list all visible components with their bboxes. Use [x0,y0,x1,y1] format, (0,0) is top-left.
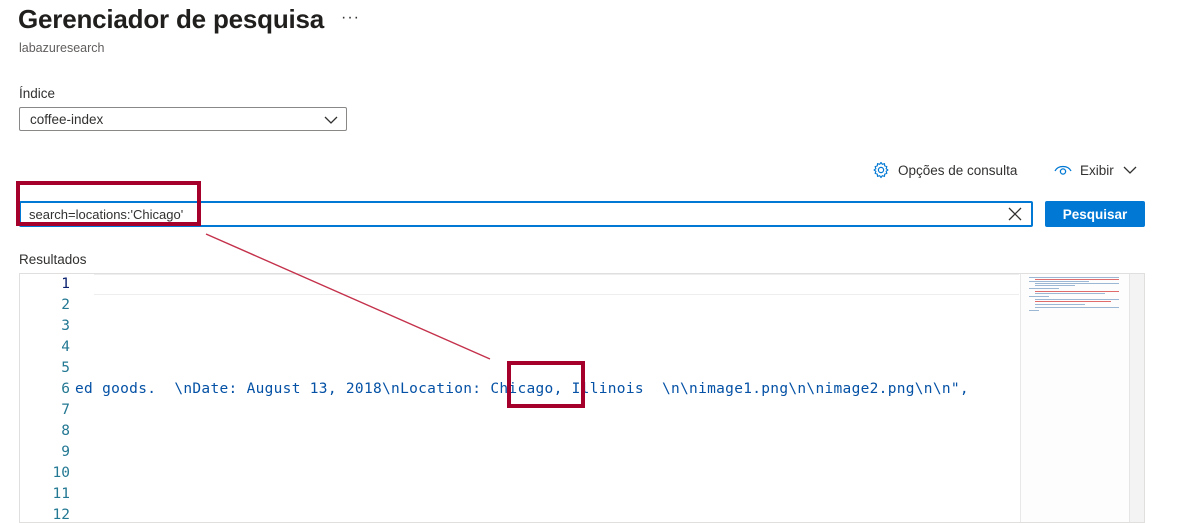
close-icon[interactable] [1007,206,1023,227]
line-number: 12 [52,507,70,523]
query-options-label: Opções de consulta [898,162,1018,178]
more-options-button[interactable]: ··· [341,9,360,27]
service-name: labazuresearch [19,41,105,55]
minimap[interactable] [1020,274,1131,522]
gear-icon [872,161,890,179]
current-line-highlight [94,274,1019,295]
chevron-down-icon [324,113,338,131]
view-label: Exibir [1080,162,1114,178]
results-label: Resultados [19,252,87,267]
line-number: 4 [61,339,70,355]
code-text-before: ed goods. \nDate: August 13, 2018\nLocat… [75,381,491,397]
line-number: 8 [61,423,70,439]
index-label: Índice [19,86,56,101]
chevron-down-icon [1123,165,1137,175]
line-number: 10 [52,465,70,481]
code-text-after: , Illinois \n\nimage1.png\n\nimage2.png\… [553,381,969,397]
query-options-button[interactable]: Opções de consulta [872,160,1017,180]
vertical-scrollbar[interactable] [1129,274,1144,522]
line-number: 6 [61,381,70,397]
eye-icon [1054,163,1072,177]
line-number: 7 [61,402,70,418]
line-number-gutter: 1 2 3 4 5 6 7 8 9 10 11 12 [20,274,70,523]
line-number: 9 [61,444,70,460]
view-button[interactable]: Exibir [1054,160,1137,180]
page-title: Gerenciador de pesquisa [18,4,325,34]
line-number: 11 [52,486,70,502]
search-annotation-box [16,181,201,226]
result-annotation-box [507,361,585,408]
line-number: 3 [61,318,70,334]
index-dropdown[interactable]: coffee-index [19,107,347,131]
line-number: 1 [61,276,70,292]
index-selected-value: coffee-index [30,112,104,127]
line-number: 5 [61,360,70,376]
line-number: 2 [61,297,70,313]
search-button[interactable]: Pesquisar [1045,201,1145,227]
